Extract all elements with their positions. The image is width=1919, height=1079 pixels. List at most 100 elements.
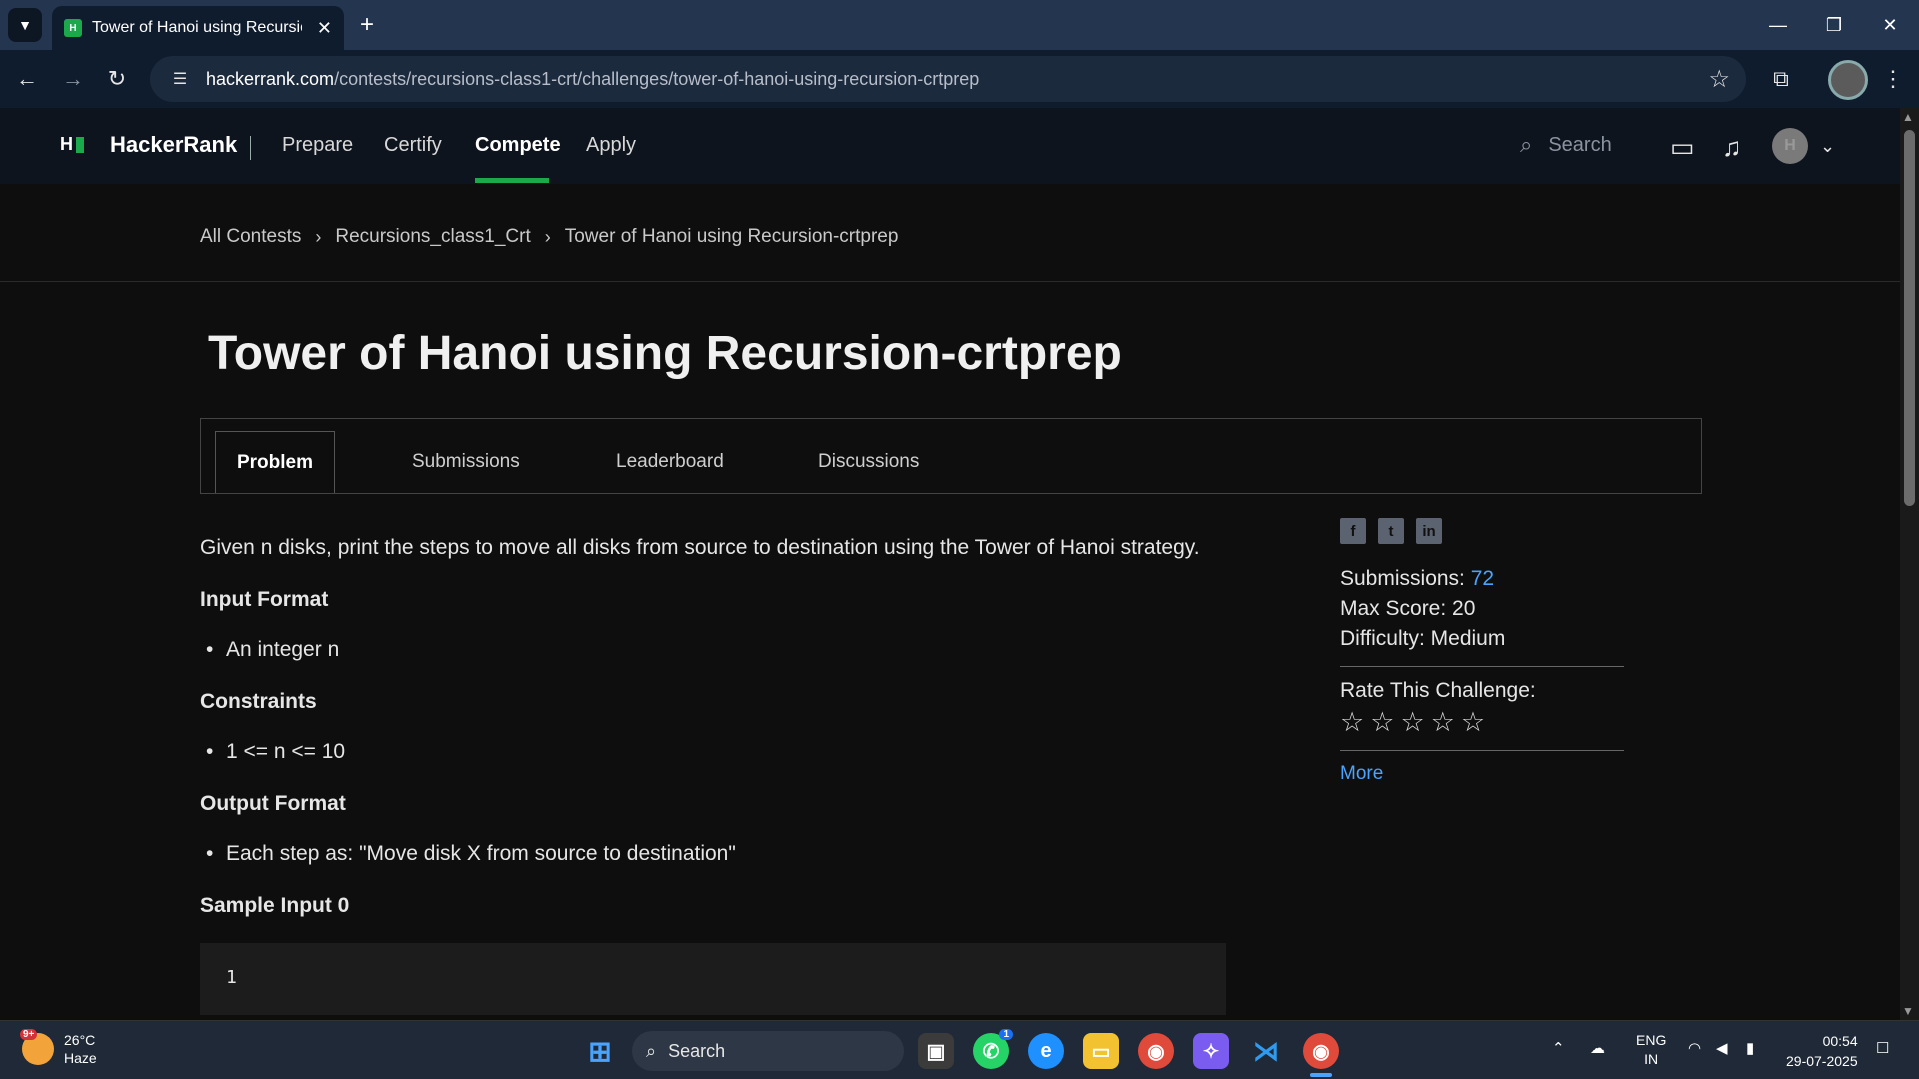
scroll-up-icon[interactable]: ▲ <box>1902 110 1914 124</box>
weather-icon: 9+ <box>20 1029 54 1065</box>
whatsapp-icon[interactable]: ✆ 1 <box>973 1029 1013 1069</box>
wifi-icon[interactable]: ◠ <box>1688 1039 1701 1057</box>
copilot-icon[interactable]: ✧ <box>1193 1033 1229 1069</box>
sample-input-code: 1 <box>200 943 1226 1015</box>
search-placeholder: Search <box>1548 133 1612 156</box>
header-divider <box>250 136 251 160</box>
forward-icon[interactable]: → <box>56 62 90 96</box>
clock[interactable]: 00:54 29-07-2025 <box>1786 1031 1858 1071</box>
weather-desc: Haze <box>64 1050 97 1066</box>
chevron-down-icon[interactable]: ⌄ <box>1820 136 1835 157</box>
difficulty-stat: Difficulty: Medium <box>1340 627 1506 650</box>
constraints-heading: Constraints <box>200 690 317 713</box>
output-format-heading: Output Format <box>200 792 346 815</box>
edge-icon[interactable]: e <box>1028 1033 1064 1069</box>
back-icon[interactable]: ← <box>10 62 44 96</box>
submissions-count-link[interactable]: 72 <box>1471 567 1494 590</box>
active-nav-indicator <box>475 178 549 183</box>
tab-problem[interactable]: Problem <box>215 431 335 493</box>
browser-tab-active[interactable]: H Tower of Hanoi using Recursion ✕ <box>52 6 344 50</box>
scroll-down-icon[interactable]: ▼ <box>1902 1004 1914 1018</box>
address-bar[interactable]: ☰ hackerrank.com/contests/recursions-cla… <box>150 56 1746 102</box>
star-icon[interactable]: ☆ <box>1431 707 1455 738</box>
tab-discussions[interactable]: Discussions <box>818 431 919 493</box>
nav-compete[interactable]: Compete <box>475 134 561 157</box>
chevron-right-icon: › <box>315 226 322 247</box>
chevron-right-icon: › <box>544 226 551 247</box>
language-indicator[interactable]: ENG IN <box>1636 1031 1666 1069</box>
url-text[interactable]: hackerrank.com/contests/recursions-class… <box>206 69 979 90</box>
star-icon[interactable]: ☆ <box>1370 707 1394 738</box>
tab-submissions[interactable]: Submissions <box>412 431 520 493</box>
hackerrank-logo-icon[interactable]: H <box>60 134 84 155</box>
browser-menu-icon[interactable]: ⋮ <box>1876 62 1910 96</box>
breadcrumb-challenge[interactable]: Tower of Hanoi using Recursion-crtprep <box>565 226 899 248</box>
problem-statement: Given n disks, print the steps to move a… <box>200 530 1230 924</box>
reload-icon[interactable]: ↻ <box>100 62 134 96</box>
messages-icon[interactable]: ▭ <box>1670 132 1695 163</box>
chrome-icon[interactable]: ◉ <box>1138 1033 1174 1069</box>
chrome-profile-icon[interactable]: ◉ <box>1303 1033 1339 1069</box>
new-tab-button[interactable]: + <box>350 8 384 42</box>
notifications-bell-icon[interactable]: ♫ <box>1722 132 1742 163</box>
site-search[interactable]: ⌕ Search <box>1520 132 1612 158</box>
facebook-icon[interactable]: f <box>1340 518 1366 544</box>
breadcrumb: All Contests › Recursions_class1_Crt › T… <box>200 226 898 248</box>
user-avatar[interactable]: H <box>1772 128 1808 164</box>
challenge-stats: Submissions: 72 Max Score: 20 Difficulty… <box>1340 564 1624 654</box>
rating-stars[interactable]: ☆ ☆ ☆ ☆ ☆ <box>1340 707 1624 738</box>
page-scrollbar[interactable]: ▲ ▼ <box>1900 108 1919 1020</box>
tab-leaderboard[interactable]: Leaderboard <box>616 431 724 493</box>
brand-name[interactable]: HackerRank <box>110 132 237 158</box>
breadcrumb-contest[interactable]: Recursions_class1_Crt <box>335 226 530 248</box>
onedrive-icon[interactable]: ☁ <box>1590 1039 1605 1057</box>
extensions-icon[interactable]: ⧉ <box>1764 62 1798 96</box>
task-view-icon[interactable]: ▣ <box>918 1033 954 1069</box>
volume-icon[interactable]: ◀ <box>1716 1039 1728 1057</box>
vscode-icon[interactable]: ⋊ <box>1248 1033 1284 1069</box>
rate-label: Rate This Challenge: <box>1340 679 1536 702</box>
star-icon[interactable]: ☆ <box>1400 707 1424 738</box>
browser-toolbar: ← → ↻ ☰ hackerrank.com/contests/recursio… <box>0 50 1919 108</box>
star-icon[interactable]: ☆ <box>1340 707 1364 738</box>
taskbar-search[interactable]: ⌕ Search <box>632 1031 904 1071</box>
close-tab-icon[interactable]: ✕ <box>317 18 332 39</box>
weather-widget[interactable]: 9+ 26°C Haze <box>20 1029 97 1067</box>
chevron-down-icon: ▼ <box>18 17 32 33</box>
chevron-up-icon[interactable]: ⌃ <box>1552 1039 1565 1057</box>
site-info-icon[interactable]: ☰ <box>168 67 192 91</box>
breadcrumb-band: All Contests › Recursions_class1_Crt › T… <box>0 184 1900 282</box>
challenge-sidebar: f t in Submissions: 72 Max Score: 20 Dif… <box>1340 518 1624 785</box>
windows-start-icon[interactable]: ⊞ <box>582 1033 618 1069</box>
linkedin-icon[interactable]: in <box>1416 518 1442 544</box>
challenge-tabs: Problem Submissions Leaderboard Discussi… <box>200 418 1702 494</box>
twitter-icon[interactable]: t <box>1378 518 1404 544</box>
input-format-item: An integer n <box>200 632 1230 668</box>
browser-profile-avatar[interactable] <box>1828 60 1868 100</box>
scroll-thumb[interactable] <box>1904 130 1915 506</box>
file-explorer-icon[interactable]: ▭ <box>1083 1033 1119 1069</box>
taskbar-search-label: Search <box>668 1040 726 1061</box>
notification-badge: 9+ <box>20 1029 38 1040</box>
nav-certify[interactable]: Certify <box>384 134 442 157</box>
more-link[interactable]: More <box>1340 763 1624 785</box>
search-icon: ⌕ <box>646 1040 657 1061</box>
notification-center-icon[interactable]: ☐ <box>1876 1039 1889 1057</box>
nav-prepare[interactable]: Prepare <box>282 134 353 157</box>
tab-title: Tower of Hanoi using Recursion <box>92 19 302 36</box>
page-title: Tower of Hanoi using Recursion-crtprep <box>208 327 1122 380</box>
bookmark-star-icon[interactable]: ☆ <box>1708 65 1730 94</box>
hackerrank-favicon-icon: H <box>64 19 82 37</box>
close-window-button[interactable]: ✕ <box>1862 0 1918 50</box>
star-icon[interactable]: ☆ <box>1461 707 1485 738</box>
submissions-stat: Submissions: 72 <box>1340 567 1495 590</box>
minimize-button[interactable]: — <box>1750 0 1806 50</box>
nav-apply[interactable]: Apply <box>586 134 636 157</box>
weather-temp: 26°C <box>64 1032 96 1048</box>
tab-search-button[interactable]: ▼ <box>8 8 42 42</box>
sidebar-divider <box>1340 750 1624 751</box>
battery-icon[interactable]: ▮ <box>1746 1039 1754 1057</box>
restore-button[interactable]: ❐ <box>1806 0 1862 50</box>
breadcrumb-all-contests[interactable]: All Contests <box>200 226 301 248</box>
social-share: f t in <box>1340 518 1624 544</box>
